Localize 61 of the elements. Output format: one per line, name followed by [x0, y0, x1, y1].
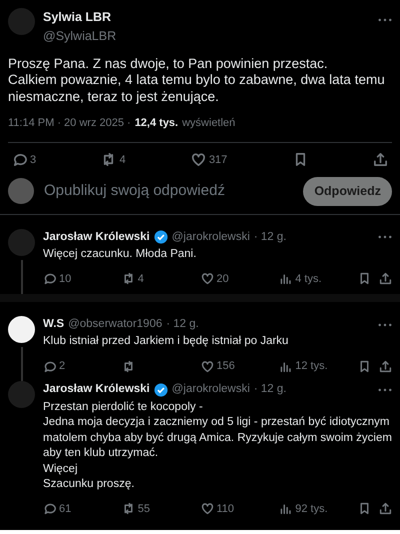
bar-chart-icon[interactable] — [279, 272, 292, 286]
heart-icon[interactable] — [200, 502, 214, 516]
bookmark-icon[interactable] — [358, 272, 371, 286]
share-icon[interactable] — [379, 502, 392, 516]
author-name[interactable]: Sylwia LBR — [43, 8, 370, 27]
avatar-placeholder — [8, 178, 34, 204]
reply-count: 3 — [30, 152, 36, 168]
view-count: 12,4 tys. — [134, 116, 178, 131]
view-count: 92 tys. — [295, 502, 328, 516]
reply-text: Przestan pierdolić te kocopoly - Jedna moja decyzja i zaczniemy od 5 ligi - przestań być idiotycznym matolem chyba aby być drugą Amica. Ryzykuje całym swoim życiem aby ten klub utrzymać. Więcej Szacunku proszę. — [43, 400, 392, 492]
repost-count: 4 — [119, 152, 126, 168]
reply-icon[interactable] — [43, 502, 56, 516]
tweet-timestamp: 11:14 PM · 20 wrz 2025 · — [8, 116, 131, 131]
author-name[interactable]: Jarosław Królewski — [43, 381, 150, 398]
author-handle[interactable]: @jarokrolewski — [172, 228, 250, 246]
author-handle[interactable]: @SylwiaLBR — [43, 26, 370, 46]
repost-icon[interactable] — [122, 360, 135, 372]
like-count: 317 — [208, 152, 228, 168]
like-count: 20 — [216, 272, 229, 286]
author-name[interactable]: W.S — [43, 316, 64, 334]
reply-input-field[interactable]: Opublikuj swoją odpowiedź — [42, 179, 296, 204]
share-icon[interactable] — [372, 152, 388, 168]
more-icon[interactable] — [378, 388, 392, 392]
avatar-placeholder[interactable] — [8, 316, 35, 343]
reply-icon[interactable] — [12, 152, 27, 168]
reply-text: Klub istniał przed Jarkiem i będę istniał po Jarku — [43, 334, 290, 350]
like-count: 156 — [216, 358, 235, 374]
share-icon[interactable] — [379, 272, 392, 286]
like-count: 110 — [216, 502, 234, 516]
post-age: · 12 g. — [254, 230, 286, 245]
bar-chart-icon[interactable] — [279, 502, 292, 516]
heart-icon[interactable] — [200, 360, 214, 372]
reply-icon[interactable] — [43, 360, 56, 372]
post-age: · 12 g. — [254, 382, 286, 398]
more-icon[interactable] — [378, 322, 392, 327]
reply-count: 2 — [59, 358, 66, 374]
bookmark-icon[interactable] — [358, 360, 371, 372]
reply-count: 10 — [59, 272, 72, 286]
repost-count: 4 — [138, 272, 144, 286]
reply-count: 61 — [59, 502, 72, 516]
repost-icon[interactable] — [122, 272, 135, 286]
more-icon[interactable] — [378, 18, 392, 22]
view-count: 4 tys. — [295, 272, 322, 286]
reply-icon[interactable] — [43, 272, 56, 286]
share-icon[interactable] — [379, 360, 392, 372]
heart-icon[interactable] — [200, 272, 214, 286]
post-age: · 12 g. — [166, 317, 199, 332]
bookmark-icon[interactable] — [358, 502, 371, 516]
repost-count: 55 — [138, 502, 150, 516]
view-count: 12 tys. — [295, 358, 328, 374]
author-handle[interactable]: @jarokrolewski — [172, 381, 250, 398]
bar-chart-icon[interactable] — [279, 360, 292, 372]
views-label: wyświetleń — [182, 116, 236, 131]
author-handle[interactable]: @obserwator1906 — [68, 316, 162, 334]
more-icon[interactable] — [378, 235, 392, 240]
tweet-text: Proszę Pana. Z nas dwoje, to Pan powinien przestac. Calkiem powaznie, 4 lata temu bylo to zabawne, dwa lata temu niesmaczne, teraz to jest żenujące. — [8, 56, 386, 105]
repost-icon[interactable] — [122, 502, 135, 516]
reply-button[interactable]: Odpowiedz — [303, 177, 392, 206]
heart-icon[interactable] — [190, 152, 206, 168]
author-name[interactable]: Jarosław Królewski — [43, 228, 150, 246]
reply-text: Więcej czacunku. Młoda Pani. — [43, 247, 198, 262]
